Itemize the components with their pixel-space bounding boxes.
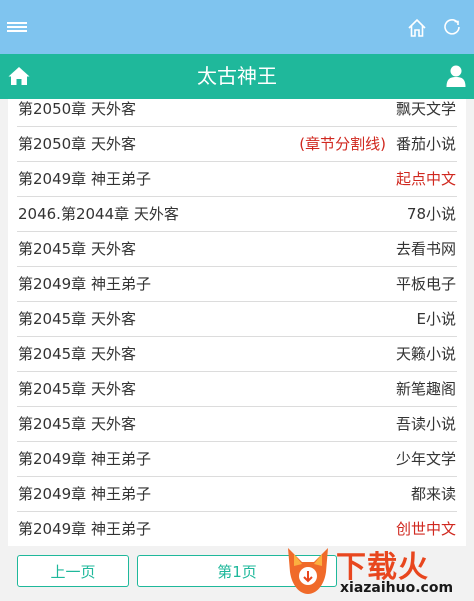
list-item[interactable]: 第2045章 天外客 天籁小说 bbox=[17, 337, 457, 372]
chapter-title: 第2045章 天外客 bbox=[18, 380, 136, 398]
list-item[interactable]: 第2049章 神王弟子 都来读 bbox=[17, 477, 457, 512]
chapter-title: 第2050章 天外客 bbox=[18, 100, 136, 118]
home-outline-icon[interactable] bbox=[407, 18, 427, 38]
list-item[interactable]: 第2045章 天外客 吾读小说 bbox=[17, 407, 457, 442]
chapter-divider-marker: (章节分割线) bbox=[299, 135, 386, 153]
top-bar bbox=[0, 0, 474, 54]
chapter-title: 第2045章 天外客 bbox=[18, 240, 136, 258]
refresh-icon[interactable] bbox=[443, 18, 461, 36]
chapter-title: 第2045章 天外客 bbox=[18, 310, 136, 328]
source-name: 天籁小说 bbox=[395, 345, 456, 363]
menu-icon[interactable] bbox=[7, 22, 27, 32]
source-name: 番茄小说 bbox=[395, 135, 456, 153]
source-name: 吾读小说 bbox=[395, 415, 456, 433]
list-item[interactable]: 第2045章 天外客 E小说 bbox=[17, 302, 457, 337]
chapter-title: 第2049章 神王弟子 bbox=[18, 170, 151, 188]
source-name: 去看书网 bbox=[395, 240, 456, 258]
chapter-title: 第2050章 天外客 bbox=[18, 135, 136, 153]
source-name: 起点中文 bbox=[395, 170, 456, 188]
list-item[interactable]: 第2049章 神王弟子 少年文学 bbox=[17, 442, 457, 477]
source-name: 少年文学 bbox=[395, 450, 456, 468]
chapter-title: 第2049章 神王弟子 bbox=[18, 520, 151, 538]
watermark-url: xiazaihuo.com bbox=[340, 580, 454, 596]
list-item[interactable]: 第2045章 天外客 新笔趣阁 bbox=[17, 372, 457, 407]
chapter-title: 第2045章 天外客 bbox=[18, 345, 136, 363]
list-item[interactable]: 2046.第2044章 天外客 78小说 bbox=[17, 197, 457, 232]
chapter-title: 第2045章 天外客 bbox=[18, 415, 136, 433]
fox-logo-icon bbox=[288, 548, 328, 594]
source-list-panel: 第2050章 天外客 飘天文学 第2050章 天外客 (章节分割线) 番茄小说 第2049… bbox=[8, 99, 466, 554]
chapter-title: 第2049章 神王弟子 bbox=[18, 275, 151, 293]
source-name: 都来读 bbox=[410, 485, 456, 503]
list-item[interactable]: 第2045章 天外客 去看书网 bbox=[17, 232, 457, 267]
watermark: 下载火 xiazaihuo.com bbox=[280, 540, 470, 600]
source-name: E小说 bbox=[416, 310, 456, 328]
chapter-title: 2046.第2044章 天外客 bbox=[18, 205, 179, 223]
source-name: 飘天文学 bbox=[395, 100, 456, 118]
chapter-title: 第2049章 神王弟子 bbox=[18, 485, 151, 503]
list-item[interactable]: 第2050章 天外客 飘天文学 bbox=[17, 99, 457, 127]
page-title: 太古神王 bbox=[197, 64, 277, 88]
source-list: 第2050章 天外客 飘天文学 第2050章 天外客 (章节分割线) 番茄小说 第2049… bbox=[17, 99, 457, 547]
list-item[interactable]: 第2049章 神王弟子 起点中文 bbox=[17, 162, 457, 197]
chapter-title: 第2049章 神王弟子 bbox=[18, 450, 151, 468]
source-name: 平板电子 bbox=[395, 275, 456, 293]
prev-page-button[interactable]: 上一页 bbox=[17, 555, 129, 587]
source-name: 78小说 bbox=[406, 205, 456, 223]
source-name: 新笔趣阁 bbox=[395, 380, 456, 398]
list-item[interactable]: 第2050章 天外客 (章节分割线) 番茄小说 bbox=[17, 127, 457, 162]
app-header: 太古神王 bbox=[0, 54, 474, 99]
user-icon[interactable] bbox=[446, 65, 466, 87]
list-item[interactable]: 第2049章 神王弟子 平板电子 bbox=[17, 267, 457, 302]
